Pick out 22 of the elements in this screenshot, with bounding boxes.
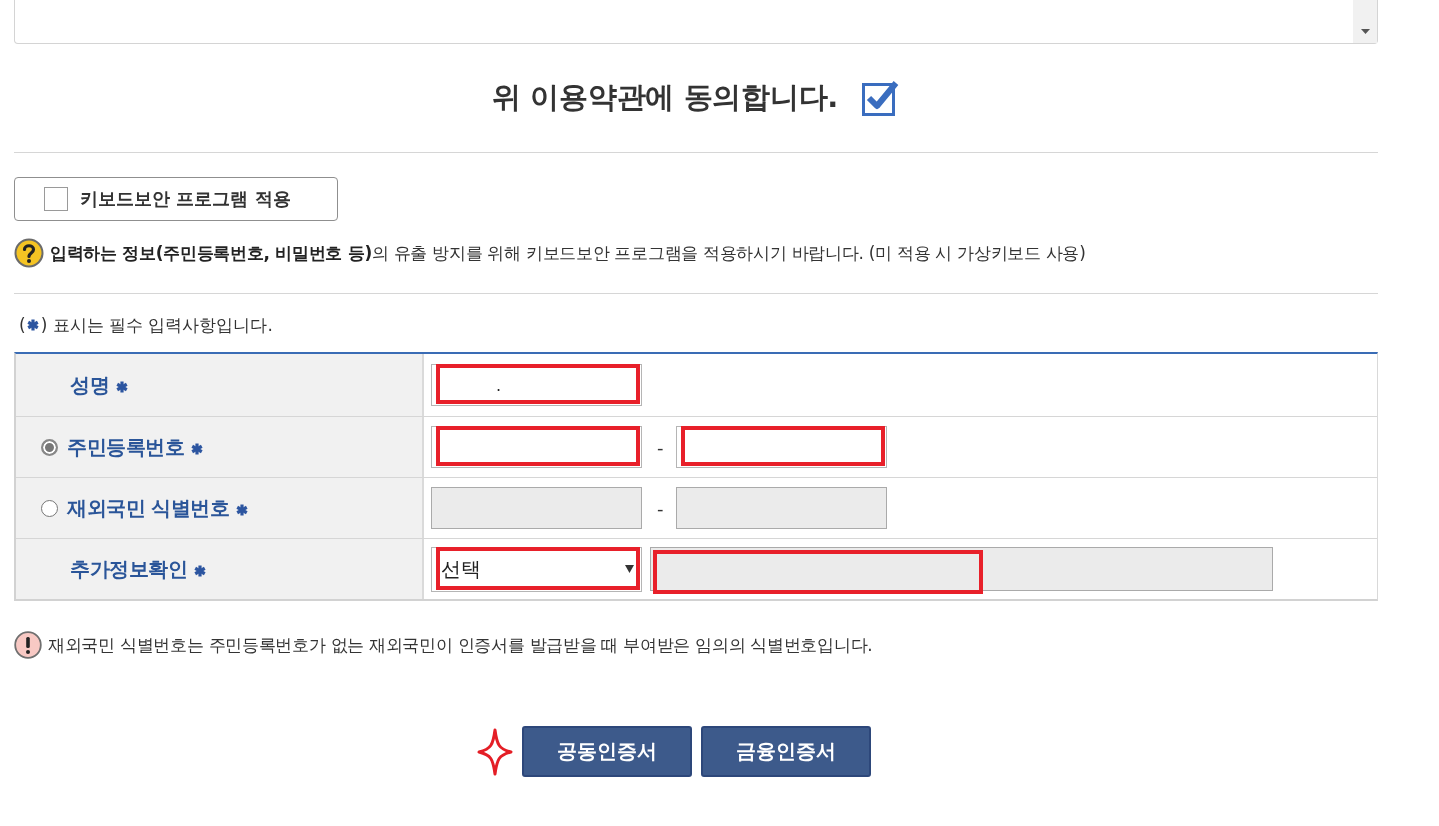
keyboard-security-button[interactable]: 키보드보안 프로그램 적용: [14, 177, 338, 221]
field-label: 추가정보확인: [70, 555, 187, 583]
radio-button[interactable]: [41, 438, 58, 456]
required-note-text: (: [19, 315, 26, 335]
scroll-down-icon[interactable]: [1360, 29, 1370, 34]
caret-icon: [625, 565, 634, 573]
separator-text: -: [657, 436, 664, 458]
required-asterisk-icon: [26, 319, 39, 331]
field-label: 주민등록번호: [67, 433, 184, 461]
warning-icon: [14, 631, 42, 659]
separator-text: -: [657, 497, 664, 519]
security-notice-text: 입력하는 정보(주민등록번호, 비밀번호 등)의 유출 방지를 위해 키보드보안 프로그램을 적용하시기 바랍니다. (미 적용 시 가상키보드 사용): [50, 241, 1086, 265]
required-note-text: ) 표시는 필수 입력사항입니다.: [40, 313, 273, 337]
certificate-button[interactable]: 금융인증서: [700, 726, 871, 777]
overseas-notice-text: 재외국민 식별번호는 주민등록번호가 없는 재외국민이 인증서를 발급받을 때 부여받은 임의의 식별번호입니다.: [48, 633, 873, 657]
certificate-button[interactable]: 공동인증서: [521, 726, 692, 777]
help-icon: [14, 238, 44, 268]
field-label: 재외국민 식별번호: [67, 494, 230, 522]
radio-button[interactable]: [41, 499, 58, 517]
agreement-text: 위 이용약관에 동의합니다.: [492, 79, 838, 116]
field-label: 성명: [70, 371, 109, 399]
checkbox[interactable]: [44, 187, 68, 211]
